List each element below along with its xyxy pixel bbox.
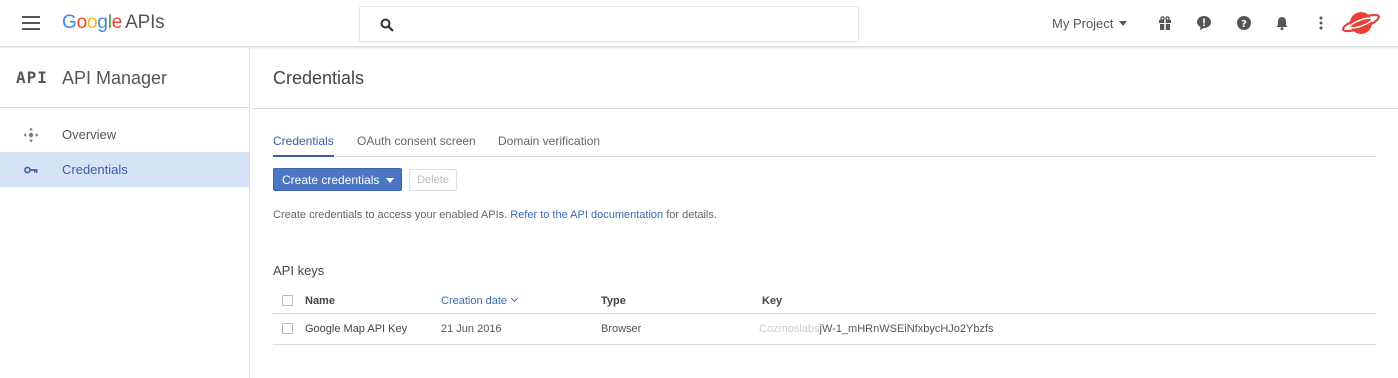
tab-bar: Credentials OAuth consent screen Domain … xyxy=(273,134,1376,157)
chevron-down-icon xyxy=(1119,21,1128,26)
sidebar-item-label: Credentials xyxy=(62,162,128,177)
overview-icon xyxy=(23,127,39,143)
info-text: Create credentials to access your enable… xyxy=(273,209,717,221)
saturn-avatar-icon[interactable] xyxy=(1340,8,1382,38)
menu-icon[interactable] xyxy=(22,16,40,30)
api-key-value[interactable]: CozmoslabsjW-1_mHRnWSEiNfxbycHJo2Ybzfs xyxy=(759,323,994,335)
sidebar-item-label: Overview xyxy=(62,127,117,142)
top-app-bar: Google APIs My Project ? xyxy=(0,0,1398,47)
tab-domain-verification[interactable]: Domain verification xyxy=(498,134,600,157)
main-content: Credentials Credentials OAuth consent sc… xyxy=(251,48,1398,378)
create-credentials-button[interactable]: Create credentials xyxy=(273,168,402,191)
tab-oauth-consent-screen[interactable]: OAuth consent screen xyxy=(357,134,476,157)
sort-arrow-icon xyxy=(511,294,519,303)
api-documentation-link[interactable]: Refer to the API documentation xyxy=(510,209,663,221)
column-header-name[interactable]: Name xyxy=(305,295,335,307)
gift-icon[interactable] xyxy=(1156,14,1174,32)
feedback-icon[interactable] xyxy=(1195,14,1213,32)
key-type: Browser xyxy=(601,323,642,335)
google-apis-logo[interactable]: Google APIs xyxy=(62,12,165,34)
svg-text:?: ? xyxy=(1241,19,1247,30)
project-label: My Project xyxy=(1052,16,1114,31)
table-header: Name Creation date Type Key xyxy=(273,290,1376,314)
sidebar-title: API Manager xyxy=(62,68,168,88)
delete-button[interactable]: Delete xyxy=(409,169,457,191)
select-all-checkbox[interactable] xyxy=(282,295,293,306)
search-icon[interactable] xyxy=(380,18,394,32)
sidebar-header: API API Manager xyxy=(0,48,249,108)
column-header-key[interactable]: Key xyxy=(762,295,782,307)
creation-date: 21 Jun 2016 xyxy=(441,323,502,335)
key-icon xyxy=(24,166,38,174)
project-selector[interactable]: My Project xyxy=(1052,16,1128,31)
api-badge-icon: API xyxy=(16,68,48,87)
tab-credentials[interactable]: Credentials xyxy=(273,134,334,157)
search-bar[interactable] xyxy=(359,6,859,42)
sidebar: API API Manager Overview Credentials xyxy=(0,48,250,378)
sidebar-item-credentials[interactable]: Credentials xyxy=(0,152,249,187)
api-key-name[interactable]: Google Map API Key xyxy=(305,323,407,335)
column-header-type[interactable]: Type xyxy=(601,295,626,307)
column-header-creation-date[interactable]: Creation date xyxy=(441,294,519,307)
page-title: Credentials xyxy=(273,68,365,88)
help-icon[interactable]: ? xyxy=(1235,14,1253,32)
search-input[interactable] xyxy=(404,15,844,35)
section-title-api-keys: API keys xyxy=(273,263,325,278)
row-checkbox[interactable] xyxy=(282,323,293,334)
more-vert-icon[interactable] xyxy=(1312,14,1330,32)
notifications-icon[interactable] xyxy=(1273,14,1291,32)
chevron-down-icon xyxy=(386,178,394,183)
page-header: Credentials xyxy=(251,48,1398,109)
sidebar-item-overview[interactable]: Overview xyxy=(0,117,249,152)
table-row[interactable]: Google Map API Key 21 Jun 2016 Browser C… xyxy=(273,315,1376,345)
